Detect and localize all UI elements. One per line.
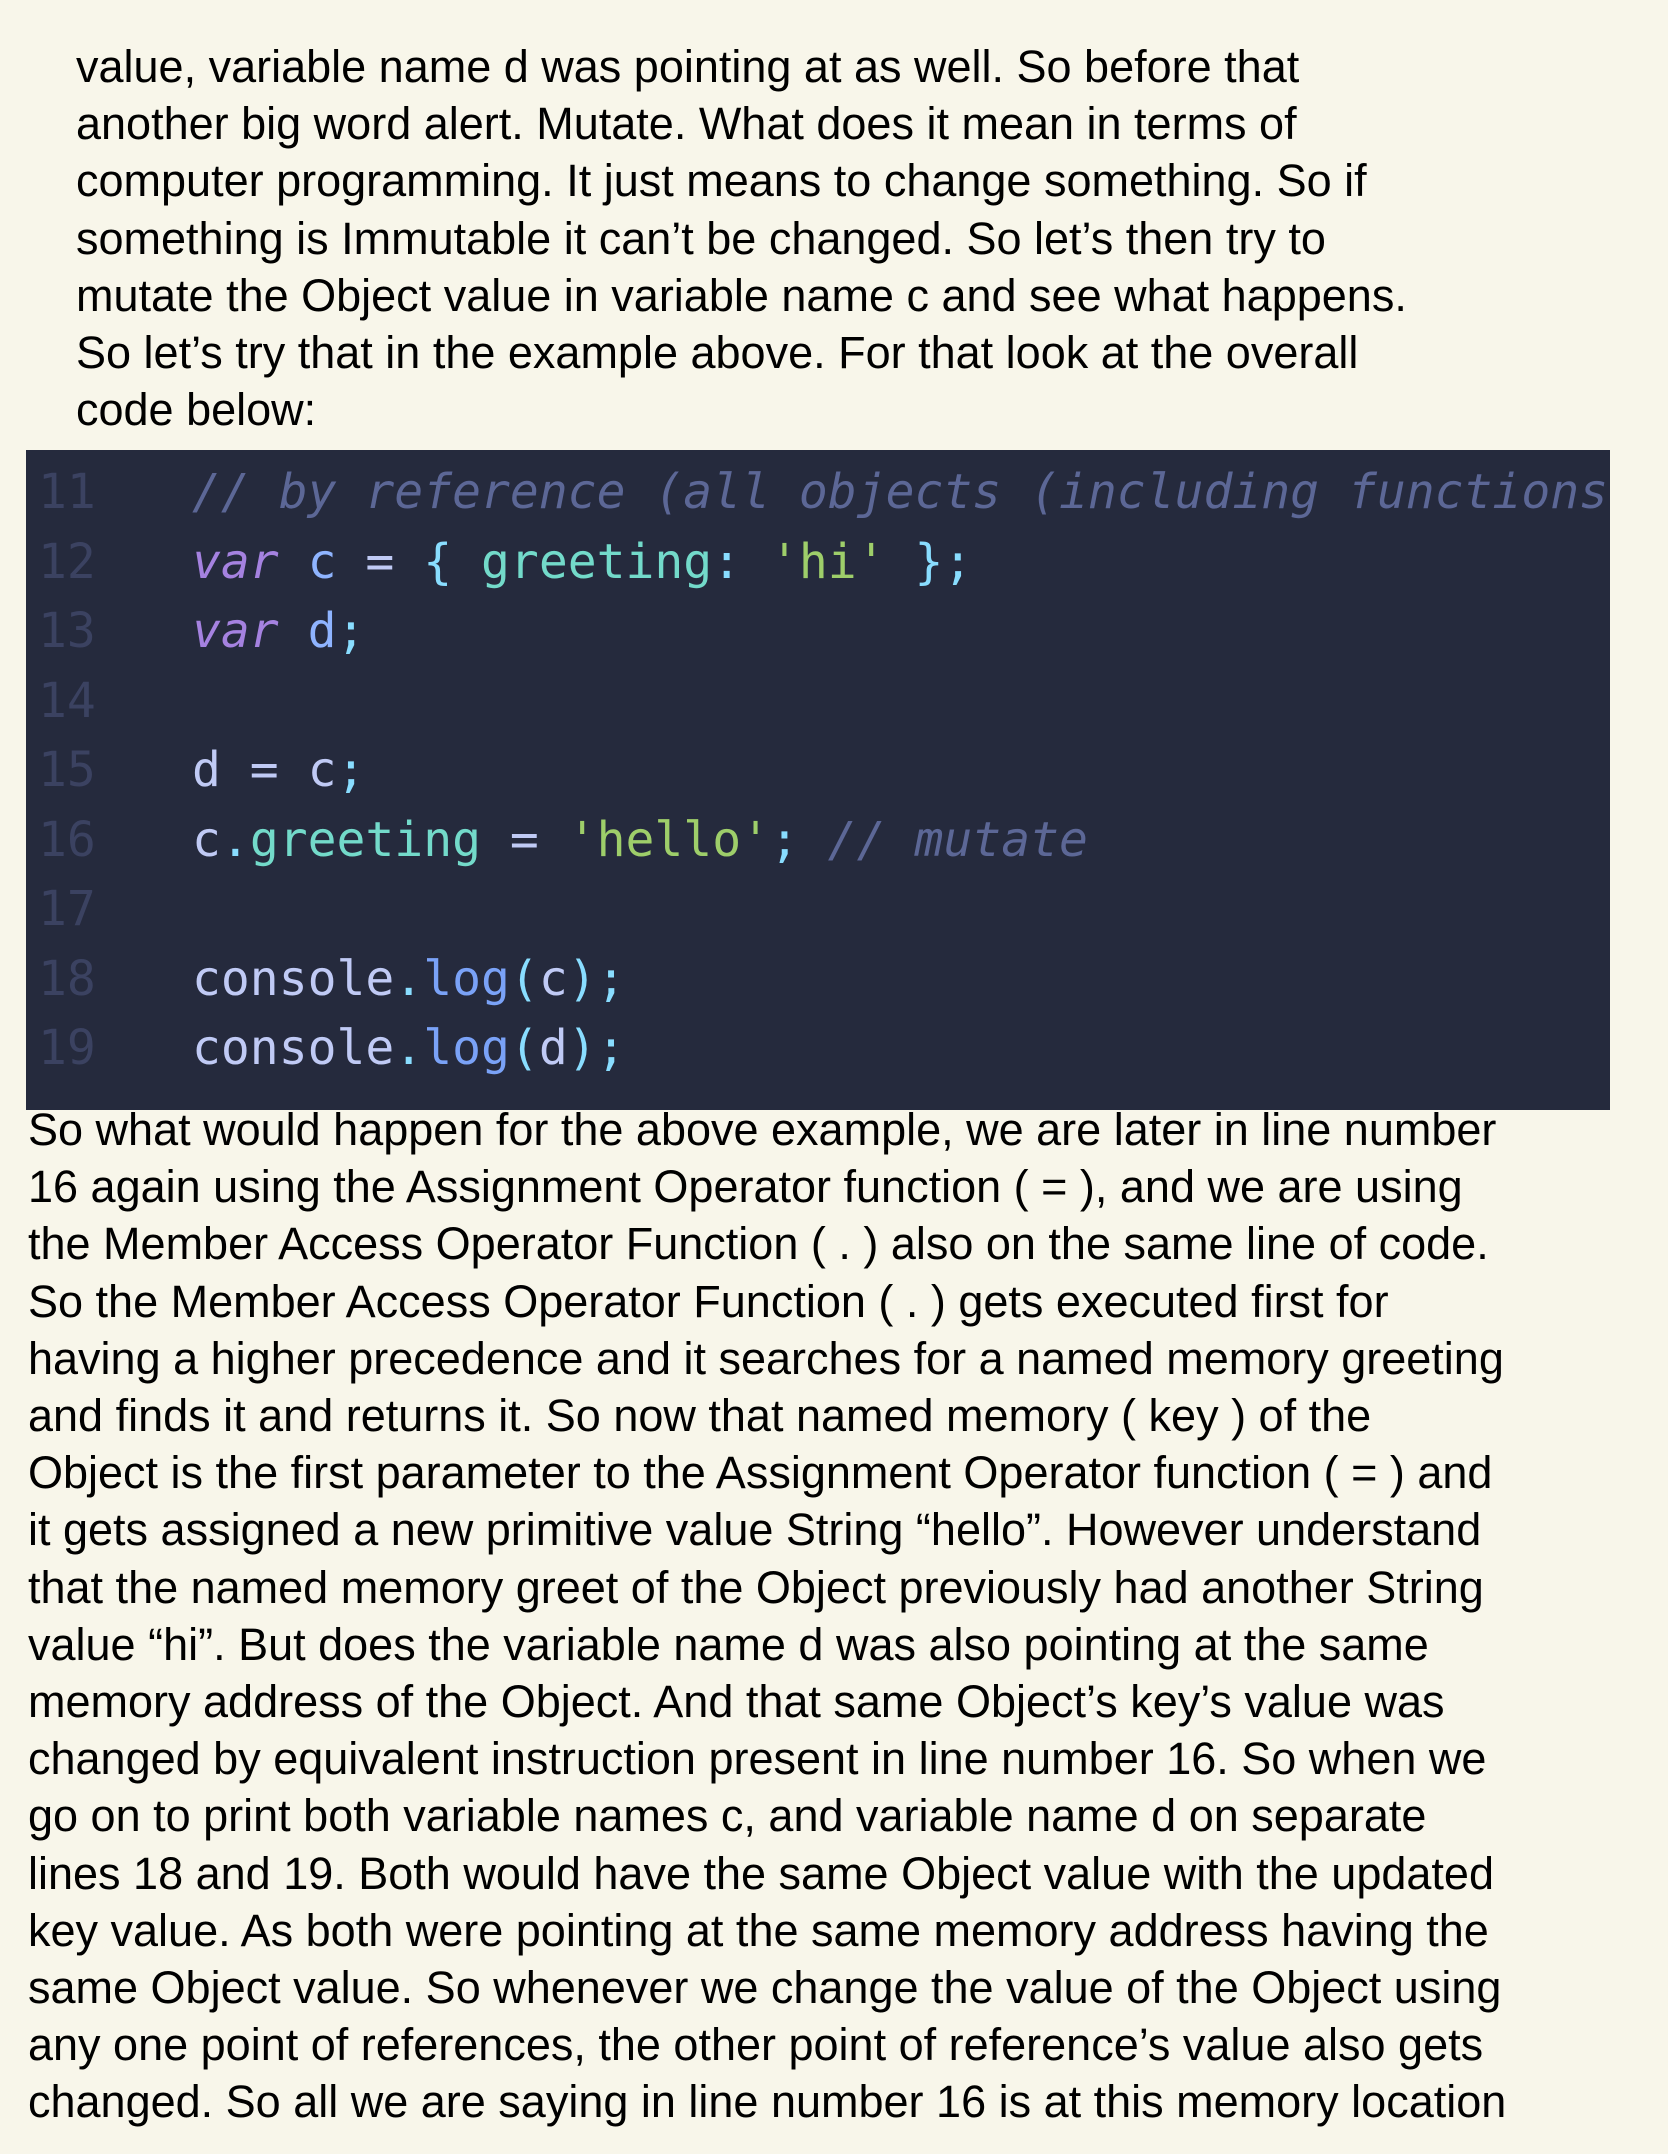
code-token: .	[394, 1020, 424, 1076]
code-token: var	[192, 603, 279, 659]
code-line: 11 // by reference (all objects (includin…	[26, 458, 1610, 527]
code-token: c	[278, 533, 366, 590]
text-line: lines 18 and 19. Both would have the sam…	[28, 1847, 1494, 1899]
code-token: log	[423, 1020, 510, 1076]
code-text: console.log(d);	[192, 1014, 626, 1083]
text-line: same Object value. So whenever we change…	[28, 1962, 1502, 2014]
code-line: 12 var c = { greeting: 'hi' };	[26, 528, 1610, 597]
code-token: ;	[770, 811, 828, 868]
line-number: 14	[38, 672, 96, 729]
code-token: ;	[336, 742, 366, 798]
explanation-paragraph: So what would happen for the above examp…	[28, 1101, 1648, 2131]
code-token: .	[220, 811, 250, 868]
line-number: 19	[38, 1020, 96, 1076]
code-text: c.greeting = 'hello'; // mutate	[192, 806, 1088, 875]
text-line: mutate the Object value in variable name…	[76, 269, 1407, 321]
text-line: go on to print both variable names c, an…	[28, 1790, 1427, 1842]
code-token: c	[278, 742, 337, 798]
text-line: value “hi”. But does the variable name d…	[28, 1618, 1429, 1670]
text-line: memory address of the Object. And that s…	[28, 1676, 1445, 1728]
code-line: 18 console.log(c);	[26, 945, 1610, 1014]
code-token: :	[712, 533, 770, 590]
code-token: d	[538, 1020, 568, 1076]
text-line: another big word alert. Mutate. What doe…	[76, 98, 1297, 150]
line-number: 18	[38, 950, 96, 1007]
code-snippet: 11 // by reference (all objects (includin…	[26, 450, 1610, 1110]
code-token: greeting	[249, 811, 481, 868]
code-text: // by reference (all objects (including …	[192, 458, 1610, 527]
code-line: 16 c.greeting = 'hello'; // mutate	[26, 806, 1610, 875]
code-text: d = c;	[192, 736, 365, 805]
code-line: 15 d = c;	[26, 736, 1610, 805]
code-token: (	[509, 950, 539, 1007]
code-token: log	[423, 950, 510, 1007]
code-token: ;	[336, 603, 366, 659]
code-token: );	[567, 950, 626, 1007]
code-token: greeting	[481, 533, 713, 590]
code-line: 13 var d;	[26, 597, 1610, 666]
code-token: 'hi'	[770, 533, 886, 590]
text-line: it gets assigned a new primitive value S…	[28, 1504, 1482, 1556]
text-line: key value. As both were pointing at the …	[28, 1904, 1489, 1956]
text-line: So let’s try that in the example above. …	[76, 327, 1359, 379]
code-token: d	[192, 742, 250, 798]
text-line: code below:	[76, 384, 317, 436]
text-line: that the named memory greet of the Objec…	[28, 1561, 1484, 1613]
text-line: Object is the first parameter to the Ass…	[28, 1447, 1493, 1499]
code-token: console	[192, 1020, 395, 1076]
intro-paragraph: value, variable name d was pointing at a…	[76, 38, 1636, 438]
code-token: };	[885, 533, 973, 590]
line-number: 17	[38, 881, 96, 937]
code-token: c	[192, 811, 221, 868]
code-line: 14	[26, 667, 1610, 736]
code-token: d	[278, 603, 337, 659]
code-token: .	[394, 950, 424, 1007]
text-line: computer programming. It just means to c…	[76, 155, 1367, 207]
text-line: 16 again using the Assignment Operator f…	[28, 1161, 1463, 1213]
text-line: changed. So all we are saying in line nu…	[28, 2076, 1507, 2128]
text-line: So what would happen for the above examp…	[28, 1104, 1497, 1155]
text-line: changed by equivalent instruction presen…	[28, 1733, 1487, 1785]
code-text: var d;	[192, 597, 365, 666]
code-token: =	[481, 811, 568, 868]
line-number: 16	[38, 811, 96, 868]
code-token: (	[509, 1020, 539, 1076]
code-token: =	[365, 533, 395, 590]
code-token: {	[394, 533, 482, 590]
code-token: console	[192, 950, 395, 1007]
code-line: 19 console.log(d);	[26, 1014, 1610, 1083]
text-line: So the Member Access Operator Function (…	[28, 1275, 1389, 1327]
line-number: 15	[38, 742, 96, 798]
text-line: value, variable name d was pointing at a…	[76, 41, 1300, 92]
text-line: having a higher precedence and it search…	[28, 1332, 1504, 1384]
line-number: 11	[38, 464, 96, 520]
code-token: );	[567, 1020, 626, 1076]
code-text: var c = { greeting: 'hi' };	[192, 528, 972, 597]
line-number: 13	[38, 603, 96, 659]
code-token: // mutate	[827, 811, 1088, 868]
code-token: var	[192, 533, 279, 590]
code-token: // by reference (all objects (including …	[192, 464, 1610, 520]
code-text: console.log(c);	[192, 945, 626, 1014]
text-line: something is Immutable it can’t be chang…	[76, 212, 1326, 264]
text-line: any one point of references, the other p…	[28, 2019, 1484, 2071]
text-line: the Member Access Operator Function ( . …	[28, 1218, 1489, 1270]
code-line: 17	[26, 875, 1610, 944]
code-token: c	[538, 950, 568, 1007]
line-number: 12	[38, 533, 96, 590]
text-line: and finds it and returns it. So now that…	[28, 1390, 1372, 1442]
code-token: 'hello'	[567, 811, 770, 868]
code-token: =	[249, 742, 279, 798]
